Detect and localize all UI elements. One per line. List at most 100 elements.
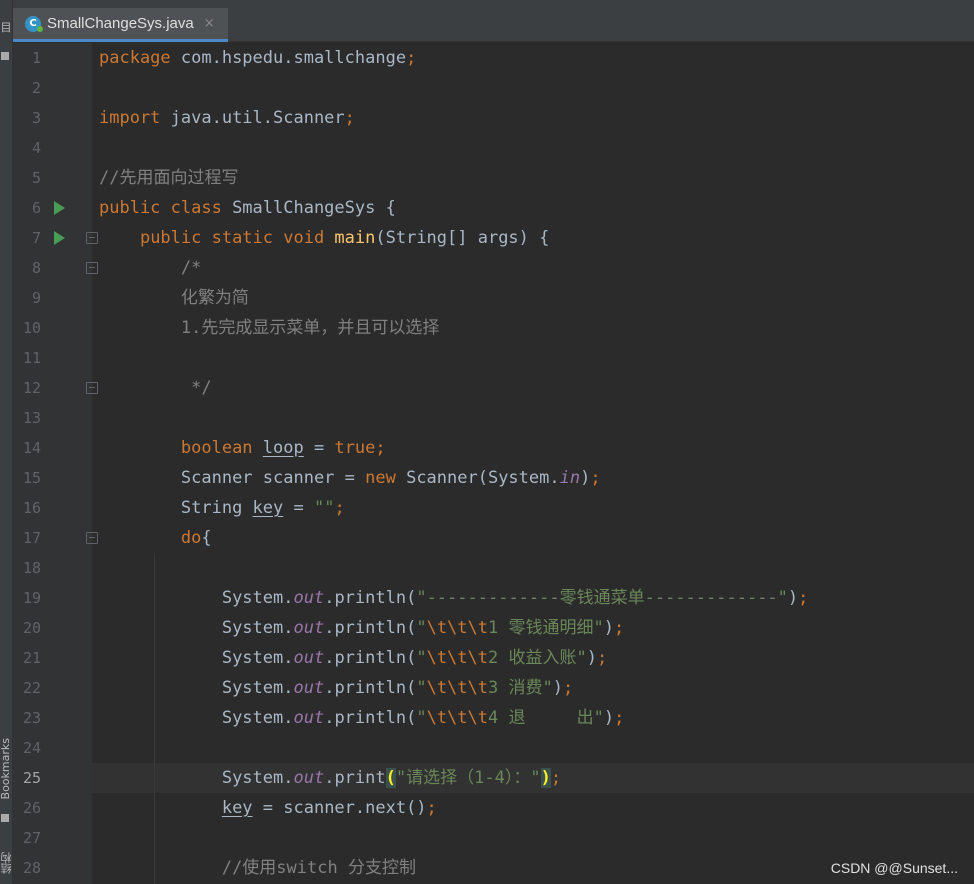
code-line[interactable]: package com.hspedu.smallchange;: [99, 43, 416, 73]
code-token: \t\t\t: [426, 648, 488, 668]
fold-icon[interactable]: [86, 382, 98, 394]
code-token: (: [385, 768, 396, 788]
line-number[interactable]: 20: [13, 613, 41, 643]
code-line[interactable]: do{: [99, 523, 212, 553]
line-number[interactable]: 10: [13, 313, 41, 343]
code-line[interactable]: boolean loop = true;: [99, 433, 386, 463]
code-token: loop: [262, 438, 304, 458]
fold-icon[interactable]: [86, 532, 98, 544]
code-token: .println(: [324, 678, 417, 698]
code-line[interactable]: System.out.println("\t\t\t2 收益入账");: [99, 643, 607, 673]
code-line[interactable]: System.out.println("\t\t\t3 消费");: [99, 673, 573, 703]
code-token: .println(: [324, 618, 417, 638]
line-number[interactable]: 25: [13, 763, 41, 793]
code-token: Scanner(System.: [406, 468, 560, 488]
project-tool-icon[interactable]: [1, 52, 9, 60]
fold-icon[interactable]: [86, 232, 98, 244]
line-number[interactable]: 1: [13, 43, 41, 73]
editor-tab-smallchangesys[interactable]: SmallChangeSys.java ×: [13, 8, 228, 42]
code-token: ;: [562, 678, 574, 698]
code-token: "": [313, 498, 335, 518]
code-token: ): [580, 468, 591, 488]
code-token: String: [180, 498, 253, 518]
code-token: out: [293, 618, 325, 638]
line-number[interactable]: 15: [13, 463, 41, 493]
code-line[interactable]: //使用switch 分支控制: [99, 853, 416, 883]
code-line[interactable]: //先用面向过程写: [99, 163, 238, 193]
code-line[interactable]: 化繁为简: [99, 283, 249, 313]
code-line[interactable]: public class SmallChangeSys {: [99, 193, 396, 223]
line-number[interactable]: 22: [13, 673, 41, 703]
code-token: \t\t\t: [426, 618, 488, 638]
bookmarks-tool-label[interactable]: Bookmarks: [0, 738, 12, 799]
line-number[interactable]: 8: [13, 253, 41, 283]
code-line[interactable]: String key = "";: [99, 493, 345, 523]
code-line[interactable]: System.out.println("\t\t\t1 零钱通明细");: [99, 613, 624, 643]
code-token: ;: [596, 648, 608, 668]
code-line[interactable]: System.out.println("\t\t\t4 退 出");: [99, 703, 625, 733]
close-icon[interactable]: ×: [204, 16, 215, 31]
code-token: public static void: [139, 228, 335, 248]
code-token: .println(: [324, 648, 417, 668]
code-line[interactable]: key = scanner.next();: [99, 793, 437, 823]
code-token: out: [293, 768, 325, 788]
line-number[interactable]: 21: [13, 643, 41, 673]
code-token: out: [293, 648, 325, 668]
line-number[interactable]: 3: [13, 103, 41, 133]
code-token: */: [191, 378, 212, 398]
line-number[interactable]: 14: [13, 433, 41, 463]
run-icon[interactable]: [54, 231, 65, 245]
line-number[interactable]: 16: [13, 493, 41, 523]
code-token: 2 收益入账": [488, 648, 587, 668]
code-line[interactable]: Scanner scanner = new Scanner(System.in)…: [99, 463, 601, 493]
line-number[interactable]: 27: [13, 823, 41, 853]
run-icon[interactable]: [54, 201, 65, 215]
code-line[interactable]: 1.先完成显示菜单，并且可以选择: [99, 313, 439, 343]
code-line[interactable]: System.out.println("-------------零钱通菜单--…: [99, 583, 809, 613]
code-token: ": [416, 678, 427, 698]
code-token: System.: [221, 768, 294, 788]
line-number[interactable]: 12: [13, 373, 41, 403]
code-token: true: [334, 438, 376, 458]
code-token: public class: [99, 198, 233, 218]
line-number[interactable]: 13: [13, 403, 41, 433]
code-token: import: [99, 108, 171, 128]
line-number[interactable]: 4: [13, 133, 41, 163]
code-token: System.: [221, 708, 294, 728]
line-number[interactable]: 6: [13, 193, 41, 223]
code-token: ;: [798, 588, 809, 608]
code-line[interactable]: System.out.print("请选择（1-4）：");: [99, 763, 561, 793]
line-number[interactable]: 17: [13, 523, 41, 553]
code-token: "请选择（1-4）：": [395, 768, 541, 788]
fold-icon[interactable]: [86, 262, 98, 274]
code-token: 1 零钱通明细": [488, 618, 604, 638]
code-line[interactable]: /*: [99, 253, 201, 283]
code-token: ;: [406, 48, 417, 68]
bookmarks-tool-icon[interactable]: [1, 814, 9, 822]
line-number[interactable]: 18: [13, 553, 41, 583]
line-number[interactable]: 24: [13, 733, 41, 763]
line-number[interactable]: 23: [13, 703, 41, 733]
line-number[interactable]: 26: [13, 793, 41, 823]
line-number[interactable]: 19: [13, 583, 41, 613]
code-token: System.: [221, 588, 294, 608]
left-tool-strip: 目 Bookmarks 结构: [0, 0, 13, 884]
line-number[interactable]: 28: [13, 853, 41, 883]
line-number[interactable]: 5: [13, 163, 41, 193]
code-line[interactable]: import java.util.Scanner;: [99, 103, 355, 133]
code-token: ": [416, 648, 427, 668]
code-line[interactable]: */: [99, 373, 212, 403]
code-line[interactable]: public static void main(String[] args) {: [99, 223, 549, 253]
line-number[interactable]: 9: [13, 283, 41, 313]
line-number[interactable]: 11: [13, 343, 41, 373]
line-number[interactable]: 7: [13, 223, 41, 253]
line-number[interactable]: 2: [13, 73, 41, 103]
project-tool-label[interactable]: 目: [0, 22, 14, 34]
